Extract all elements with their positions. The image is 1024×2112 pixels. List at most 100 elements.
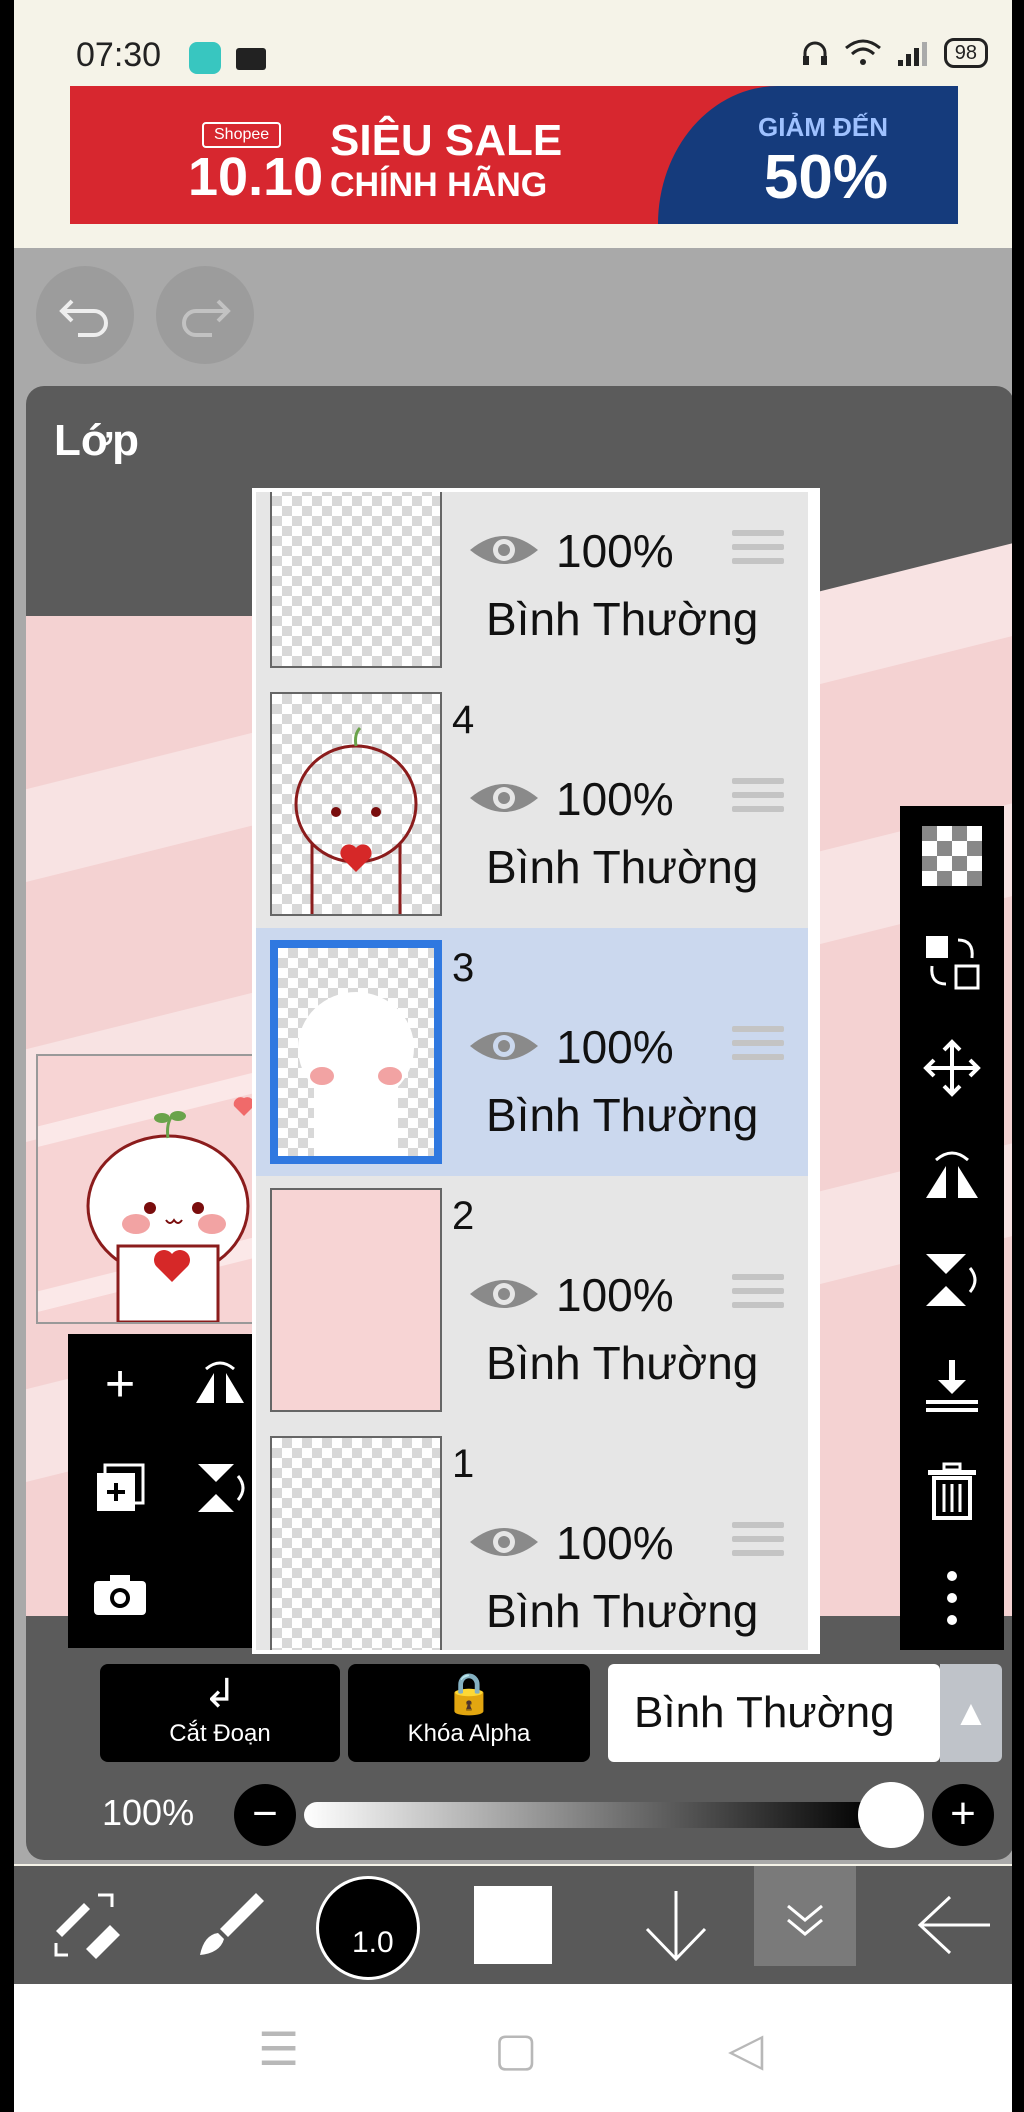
home-square-icon[interactable]: ▢ <box>494 2022 537 2076</box>
ad-date: 10.10 <box>188 147 324 207</box>
layer-thumbnail[interactable] <box>270 1188 442 1412</box>
layer-opacity: 100% <box>556 773 674 825</box>
flip-vertical-icon <box>926 1254 977 1306</box>
ad-brand: Shopee <box>202 122 282 148</box>
layer-row-5[interactable]: 5 100% Bình Thường <box>256 492 808 682</box>
visibility-eye-icon[interactable] <box>468 1274 540 1314</box>
opacity-slider-knob[interactable] <box>858 1782 924 1848</box>
ad-left-panel: Shopee 10.10 SIÊU SALE CHÍNH HÃNG <box>70 86 650 224</box>
duplicate-layer-icon <box>97 1463 145 1511</box>
signal-icon <box>897 42 927 66</box>
flip-vertical-tool-button[interactable] <box>916 1244 988 1316</box>
flip-vertical-icon <box>198 1464 245 1512</box>
layer-number: 5 <box>452 492 474 495</box>
layer-number: 2 <box>452 1194 475 1238</box>
headphones-icon <box>802 41 827 65</box>
back-button[interactable] <box>904 1866 1004 1984</box>
system-nav-bar: ☰ ▢ ◁ <box>14 1984 1012 2112</box>
drag-handle-icon[interactable] <box>732 1274 784 1318</box>
character-outline-thumbnail <box>294 726 418 914</box>
duplicate-layer-button[interactable] <box>76 1444 164 1532</box>
ad-banner[interactable]: Shopee 10.10 SIÊU SALE CHÍNH HÃNG GIẢM Đ… <box>70 86 958 224</box>
blend-mode-dropdown-button[interactable]: ▲ <box>940 1664 1002 1762</box>
layer-thumbnail[interactable] <box>270 692 442 916</box>
import-photo-button[interactable] <box>76 1550 164 1638</box>
back-triangle-icon[interactable]: ◁ <box>728 2022 763 2076</box>
tool-switch-button[interactable] <box>38 1866 138 1984</box>
layer-opacity: 100% <box>556 1269 674 1321</box>
layer-list[interactable]: 5 100% Bình Thường 4 100% Bình Thường 3 … <box>252 488 820 1654</box>
add-layer-button[interactable]: + <box>76 1340 164 1428</box>
status-time: 07:30 <box>76 36 162 74</box>
alpha-lock-button[interactable]: 🔒 Khóa Alpha <box>348 1664 590 1762</box>
layer-blend-mode: Bình Thường <box>486 1337 759 1389</box>
layer-swap-button[interactable] <box>916 926 988 998</box>
clipping-arrow-icon: ↲ <box>203 1672 237 1716</box>
layer-bottom-controls: ↲ Cắt Đoạn 🔒 Khóa Alpha Bình Thường ▲ <box>84 1664 1010 1762</box>
opacity-value: 100% <box>102 1792 195 1833</box>
visibility-eye-icon[interactable] <box>468 530 540 570</box>
drag-handle-icon[interactable] <box>732 778 784 822</box>
drag-handle-icon[interactable] <box>732 530 784 574</box>
layer-action-pad: + <box>68 1334 278 1648</box>
menu-lines-icon[interactable]: ☰ <box>258 2022 299 2076</box>
collapse-panel-button[interactable] <box>754 1866 856 1966</box>
flip-horizontal-tool-button[interactable] <box>916 1138 988 1210</box>
app-notification-icon <box>189 42 221 74</box>
video-camera-icon <box>236 48 266 70</box>
ad-offer-line1: GIẢM ĐẾN <box>758 112 888 142</box>
character-fill-thumbnail <box>298 992 414 1156</box>
layer-thumbnail[interactable] <box>270 492 442 668</box>
move-arrows-icon <box>923 1039 981 1097</box>
opacity-row: 100% − + <box>74 1782 1004 1848</box>
more-options-button[interactable] <box>916 1562 988 1634</box>
visibility-eye-icon[interactable] <box>468 1026 540 1066</box>
brush-icon <box>200 1893 264 1955</box>
move-button[interactable] <box>916 1032 988 1104</box>
swap-layers-icon <box>926 936 980 990</box>
flip-horizontal-button[interactable] <box>176 1340 264 1428</box>
panel-title: Lớp <box>54 416 140 465</box>
layer-thumbnail[interactable] <box>270 940 442 1164</box>
merge-down-icon <box>926 1360 978 1412</box>
layer-row-3[interactable]: 3 100% Bình Thường <box>256 928 808 1178</box>
pen-eraser-icon <box>54 1893 120 1959</box>
flip-vertical-button[interactable] <box>176 1444 264 1532</box>
arrow-down-icon <box>645 1891 707 1962</box>
brush-tool-button[interactable] <box>180 1866 280 1984</box>
blend-mode-select[interactable]: Bình Thường <box>608 1664 940 1762</box>
layer-number: 4 <box>452 698 475 742</box>
checkerboard-icon <box>922 826 982 886</box>
drag-handle-icon[interactable] <box>732 1026 784 1070</box>
drag-handle-icon[interactable] <box>732 1522 784 1566</box>
redo-icon <box>182 299 231 337</box>
opacity-decrease-button[interactable]: − <box>234 1784 296 1846</box>
layer-thumbnail[interactable] <box>270 1436 442 1650</box>
status-right-icons: 98 <box>800 38 988 68</box>
ad-title-line2: CHÍNH HÃNG <box>330 166 548 204</box>
plus-icon: + <box>104 1355 136 1413</box>
move-layer-down-button[interactable] <box>626 1866 726 1984</box>
color-picker-button[interactable] <box>474 1886 552 1964</box>
ad-offer-line2: 50% <box>763 143 888 212</box>
visibility-eye-icon[interactable] <box>468 778 540 818</box>
delete-layer-button[interactable] <box>916 1456 988 1528</box>
layer-number: 1 <box>452 1442 475 1486</box>
transparency-button[interactable] <box>916 820 988 892</box>
opacity-slider[interactable] <box>304 1802 874 1828</box>
visibility-eye-icon[interactable] <box>468 1522 540 1562</box>
undo-button[interactable] <box>36 266 134 364</box>
opacity-increase-button[interactable]: + <box>932 1784 994 1846</box>
redo-button[interactable] <box>156 266 254 364</box>
layer-row-2[interactable]: 2 100% Bình Thường <box>256 1176 808 1426</box>
arrow-left-icon <box>917 1895 990 1955</box>
layer-tools-toolbar <box>900 806 1004 1650</box>
clipping-button[interactable]: ↲ Cắt Đoạn <box>100 1664 340 1762</box>
undo-icon <box>59 299 108 337</box>
layer-row-1[interactable]: 1 100% Bình Thường <box>256 1424 808 1650</box>
triangle-up-icon: ▲ <box>953 1692 989 1733</box>
layer-row-4[interactable]: 4 100% Bình Thường <box>256 680 808 930</box>
merge-down-button[interactable] <box>916 1350 988 1422</box>
camera-icon <box>94 1575 146 1615</box>
layer-blend-mode: Bình Thường <box>486 593 759 645</box>
